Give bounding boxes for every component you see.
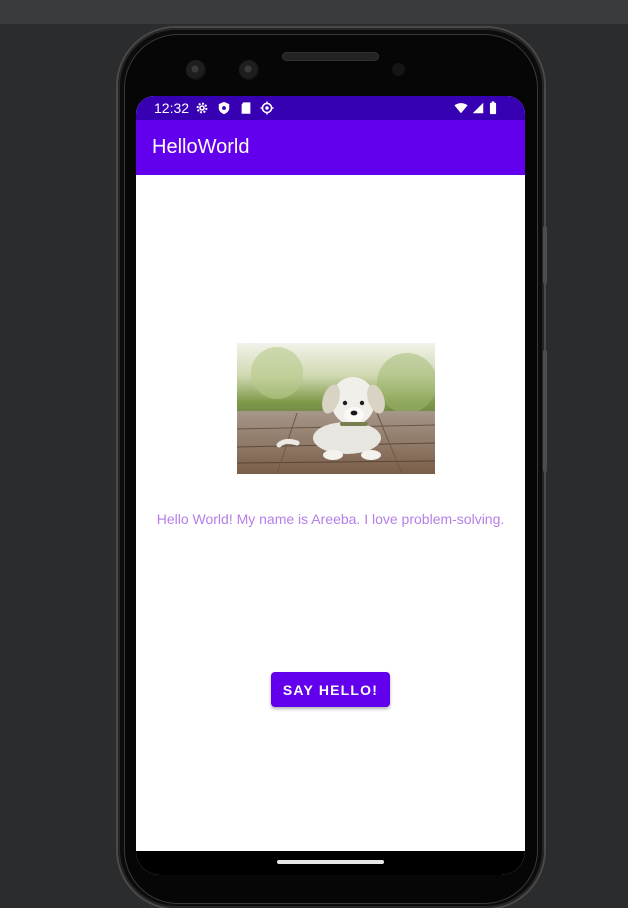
status-time: 12:32	[154, 100, 190, 116]
main-content: Hello World! My name is Areeba. I love p…	[136, 175, 525, 851]
app-toolbar: HelloWorld	[136, 120, 525, 175]
power-button[interactable]	[543, 226, 547, 284]
proximity-sensor	[392, 63, 405, 76]
front-camera-right	[239, 60, 259, 80]
app-title: HelloWorld	[152, 136, 250, 158]
ide-toolbar-strip	[0, 0, 628, 24]
front-camera-left	[186, 60, 206, 80]
wifi-icon	[454, 103, 468, 114]
sd-card-icon	[241, 102, 251, 114]
phone-screen: 12:32 HelloWorld Hello World! My name is…	[136, 96, 525, 875]
volume-button[interactable]	[543, 350, 547, 472]
battery-icon	[489, 101, 497, 115]
earpiece-speaker	[282, 52, 379, 61]
gear-icon	[196, 102, 208, 114]
shield-icon	[218, 101, 230, 115]
status-bar: 12:32	[136, 96, 525, 120]
home-gesture-handle[interactable]	[277, 860, 384, 864]
puppy-image	[237, 343, 435, 474]
signal-icon	[472, 102, 484, 114]
say-hello-button[interactable]: SAY HELLO!	[271, 672, 390, 707]
navigation-bar	[136, 851, 525, 875]
greeting-text: Hello World! My name is Areeba. I love p…	[156, 511, 505, 527]
sync-icon	[260, 101, 274, 115]
